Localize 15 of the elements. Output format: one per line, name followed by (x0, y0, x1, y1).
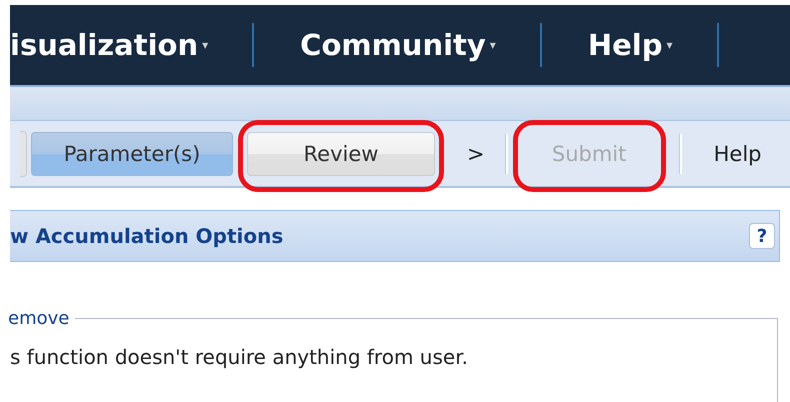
toolbar-button[interactable] (20, 130, 27, 176)
panel-title: w Accumulation Options (10, 224, 284, 248)
fieldset-legend: emove (8, 308, 76, 329)
nav-menu-item[interactable]: Community▾ (300, 28, 540, 62)
caret-icon: ▾ (202, 38, 208, 52)
toolbar-button[interactable]: Parameter(s) (31, 132, 233, 176)
caret-icon: ▾ (666, 38, 672, 52)
caret-icon: ▾ (490, 38, 496, 52)
toolbar-button[interactable]: Review (247, 132, 435, 176)
info-text: s function doesn't require anything from user. (10, 345, 469, 369)
toolbar-link[interactable]: Help (714, 132, 762, 176)
help-button[interactable]: ? (749, 223, 775, 249)
nav-menu-item[interactable]: Help▾ (588, 28, 716, 62)
toolbar-link[interactable]: > (467, 132, 485, 176)
nav-menu-item[interactable]: isualization▾ (10, 28, 252, 62)
